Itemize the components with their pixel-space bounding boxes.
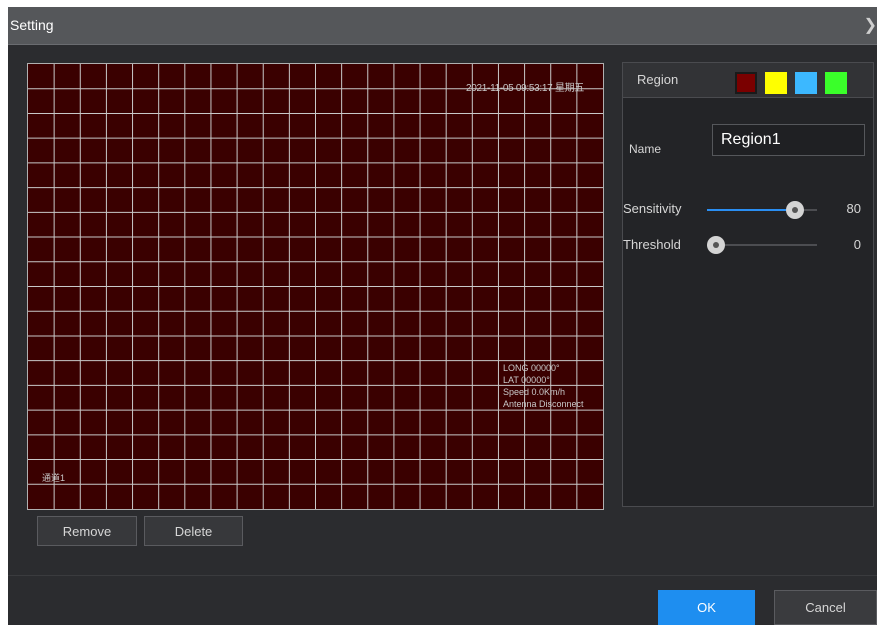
region-header: Region <box>623 63 873 98</box>
remove-button[interactable]: Remove <box>37 516 137 546</box>
setting-dialog: Setting ❯ 2021-11-05 09:53:17 星期五 LONG 0… <box>8 7 877 625</box>
channel-label: 通道1 <box>42 473 66 483</box>
gps-antenna-status: Antenna Disconnect <box>503 399 584 409</box>
cancel-button[interactable]: Cancel <box>774 590 877 625</box>
title-bar: Setting ❯ <box>8 7 877 45</box>
gps-latitude: LAT 00000° <box>503 375 550 385</box>
region2-color-swatch[interactable] <box>765 72 787 94</box>
threshold-label: Threshold <box>623 237 681 252</box>
region1-color-swatch[interactable] <box>735 72 757 94</box>
gps-info: LONG 00000° LAT 00000° Speed 0.0Km/h Ant… <box>503 362 584 410</box>
region-tab[interactable]: Region <box>637 72 678 87</box>
gps-speed: Speed 0.0Km/h <box>503 387 566 397</box>
sensitivity-slider-handle[interactable] <box>786 201 804 219</box>
footer-divider <box>8 575 877 576</box>
threshold-slider[interactable] <box>707 236 817 254</box>
region4-color-swatch[interactable] <box>825 72 847 94</box>
sensitivity-label: Sensitivity <box>623 201 682 216</box>
sensitivity-value: 80 <box>846 201 861 216</box>
name-label: Name <box>629 142 662 156</box>
region3-color-swatch[interactable] <box>795 72 817 94</box>
threshold-slider-handle[interactable] <box>707 236 725 254</box>
sensitivity-slider-fill <box>707 209 795 211</box>
ok-button[interactable]: OK <box>658 590 755 625</box>
delete-button[interactable]: Delete <box>144 516 243 546</box>
video-preview[interactable]: 2021-11-05 09:53:17 星期五 LONG 00000° LAT … <box>27 63 604 510</box>
close-icon[interactable]: ❯ <box>864 15 877 35</box>
gps-longitude: LONG 00000° <box>503 363 560 373</box>
region-name-input[interactable] <box>712 124 865 156</box>
region-grid[interactable] <box>28 64 603 509</box>
region-settings-panel: Region Name Sensitivity 80 Threshold 0 <box>622 62 874 507</box>
video-timestamp: 2021-11-05 09:53:17 星期五 <box>466 83 584 94</box>
sensitivity-slider[interactable] <box>707 201 817 219</box>
dialog-title: Setting <box>10 17 54 33</box>
threshold-value: 0 <box>853 237 861 252</box>
